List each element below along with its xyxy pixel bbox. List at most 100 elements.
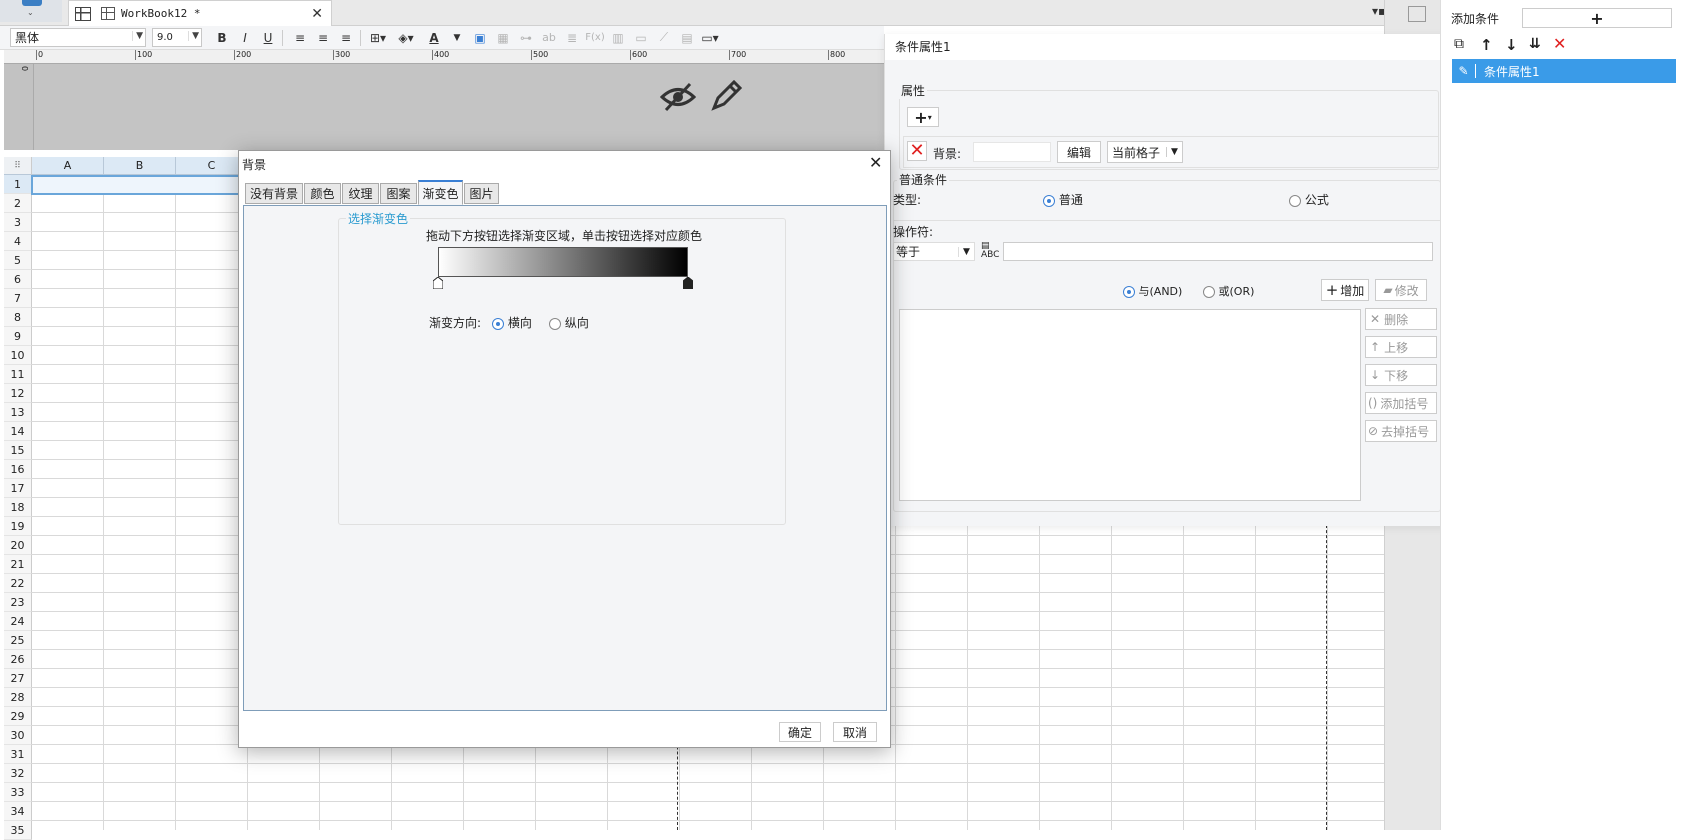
move-up-button[interactable]: ↑ 上移 [1365, 336, 1437, 358]
delete-x-icon[interactable]: ✕ [1553, 34, 1566, 53]
widget-icon[interactable]: ▭▾ [700, 28, 720, 48]
or-radio[interactable]: 或(OR) [1203, 283, 1254, 299]
edit-pencil-icon[interactable] [710, 79, 743, 120]
row-header[interactable]: 29 [4, 707, 32, 726]
row-header[interactable]: 32 [4, 764, 32, 783]
bold-button[interactable]: B [212, 28, 232, 48]
scope-select[interactable]: 当前格子 ▼ [1107, 141, 1183, 163]
tab-2[interactable]: 纹理 [342, 183, 379, 204]
row-header[interactable]: 8 [4, 308, 32, 327]
row-header[interactable]: 3 [4, 213, 32, 232]
italic-button[interactable]: I [235, 28, 255, 48]
text-ab-button[interactable]: ab [539, 28, 559, 48]
formula-button[interactable]: F(x) [585, 28, 605, 48]
link-icon[interactable]: ⊶ [516, 28, 536, 48]
add-bracket-button[interactable]: () 添加括号 [1365, 392, 1437, 414]
arrow-down-icon[interactable]: ↓ [1505, 36, 1518, 54]
row-header[interactable]: 16 [4, 460, 32, 479]
row-header[interactable]: 7 [4, 289, 32, 308]
column-header[interactable]: A [32, 157, 104, 175]
row-header[interactable]: 34 [4, 802, 32, 821]
row-header[interactable]: 31 [4, 745, 32, 764]
underline-button[interactable]: U [258, 28, 278, 48]
row-header[interactable]: 28 [4, 688, 32, 707]
row-header[interactable]: 18 [4, 498, 32, 517]
row-header[interactable]: 12 [4, 384, 32, 403]
workbook-tab[interactable]: WorkBook12 * ✕ [68, 0, 332, 26]
align-right-icon[interactable]: ≡ [336, 28, 356, 48]
close-icon[interactable]: ✕ [311, 6, 323, 22]
font-size-select[interactable]: 9.0 ▼ [152, 28, 202, 47]
row-header[interactable]: 17 [4, 479, 32, 498]
row-header[interactable]: 19 [4, 517, 32, 536]
tab-1[interactable]: 颜色 [304, 183, 341, 204]
row-header[interactable]: 5 [4, 251, 32, 270]
remove-x-icon[interactable]: ✕ [907, 141, 927, 161]
row-header[interactable]: 14 [4, 422, 32, 441]
align-center-icon[interactable]: ≡ [313, 28, 333, 48]
chart-icon[interactable]: ▥ [608, 28, 628, 48]
copy-icon[interactable]: ⧉ [1454, 36, 1464, 52]
tab-5[interactable]: 图片 [464, 183, 499, 204]
row-header[interactable]: 10 [4, 346, 32, 365]
spell-check-icon[interactable]: ▤ ABC [981, 242, 999, 260]
row-header[interactable]: 35 [4, 821, 32, 840]
operator-select[interactable]: 等于 ▼ [893, 242, 975, 261]
text-color-button[interactable]: A [424, 28, 444, 48]
type-normal-radio[interactable]: 普通 [1043, 191, 1083, 208]
add-attribute-button[interactable]: + ▾ [907, 107, 939, 127]
tab-0[interactable]: 没有背景 [245, 183, 303, 204]
gradient-start-handle[interactable] [432, 276, 444, 290]
selected-cell[interactable] [31, 175, 241, 195]
background-swatch[interactable] [973, 142, 1051, 162]
delete-button[interactable]: ✕ 删除 [1365, 308, 1437, 330]
horizontal-radio[interactable]: 横向 [492, 314, 532, 331]
align-left-icon[interactable]: ≡ [290, 28, 310, 48]
row-header[interactable]: 33 [4, 783, 32, 802]
tab-4[interactable]: 渐变色 [418, 180, 463, 205]
app-menu-button[interactable]: ⌄ [0, 0, 62, 22]
border-icon[interactable]: ⊞▾ [368, 28, 388, 48]
move-bottom-icon[interactable]: ⇊ [1529, 36, 1541, 52]
row-header[interactable]: 6 [4, 270, 32, 289]
condition-item[interactable]: ✎ 条件属性1 [1452, 59, 1676, 83]
move-down-button[interactable]: ↓ 下移 [1365, 364, 1437, 386]
row-header[interactable]: 15 [4, 441, 32, 460]
row-header[interactable]: 26 [4, 650, 32, 669]
gradient-bar[interactable] [438, 247, 688, 277]
image-icon[interactable]: ▭ [631, 28, 651, 48]
column-header[interactable]: B [104, 157, 176, 175]
cancel-button[interactable]: 取消 [833, 722, 877, 742]
modify-button[interactable]: ▰ 修改 [1375, 279, 1427, 301]
and-radio[interactable]: 与(AND) [1123, 283, 1182, 299]
row-header[interactable]: 2 [4, 194, 32, 213]
sub-report-icon[interactable]: ▤ [677, 28, 697, 48]
row-header[interactable]: 22 [4, 574, 32, 593]
font-select[interactable]: 黑体 ▼ [10, 28, 146, 47]
add-condition-button[interactable]: + [1522, 8, 1672, 28]
edit-button[interactable]: 编辑 [1057, 141, 1101, 163]
add-button[interactable]: + 增加 [1321, 279, 1369, 301]
row-header[interactable]: 20 [4, 536, 32, 555]
hide-eye-icon[interactable] [659, 82, 697, 119]
condition-list[interactable] [899, 309, 1361, 501]
paragraph-icon[interactable]: ≣ [562, 28, 582, 48]
tab-3[interactable]: 图案 [380, 183, 417, 204]
row-header[interactable]: 24 [4, 612, 32, 631]
row-header[interactable]: 1 [4, 175, 32, 194]
row-header[interactable]: 30 [4, 726, 32, 745]
merge-cells-icon[interactable]: ▦ [493, 28, 513, 48]
operand-input[interactable] [1003, 242, 1433, 261]
arrow-up-icon[interactable]: ↑ [1480, 36, 1493, 54]
close-icon[interactable]: ✕ [869, 153, 882, 172]
remove-bracket-button[interactable]: ⊘ 去掉括号 [1365, 420, 1437, 442]
row-header[interactable]: 23 [4, 593, 32, 612]
chevron-down-icon[interactable]: ▼ [447, 28, 467, 48]
row-header[interactable]: 4 [4, 232, 32, 251]
row-header[interactable]: 9 [4, 327, 32, 346]
vertical-radio[interactable]: 纵向 [549, 314, 589, 331]
row-header[interactable]: 11 [4, 365, 32, 384]
select-all-corner[interactable]: ⠿ [4, 157, 32, 175]
row-header[interactable]: 25 [4, 631, 32, 650]
row-header[interactable]: 13 [4, 403, 32, 422]
